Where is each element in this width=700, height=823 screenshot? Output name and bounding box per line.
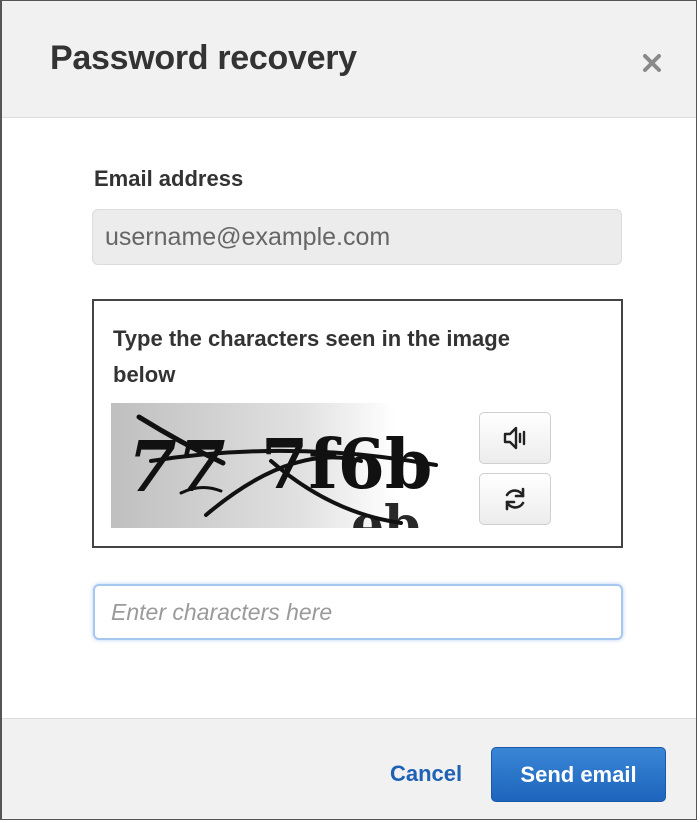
refresh-captcha-button[interactable]	[479, 473, 551, 525]
audio-captcha-button[interactable]	[479, 412, 551, 464]
cancel-button[interactable]: Cancel	[390, 761, 462, 787]
dialog-title: Password recovery	[50, 39, 357, 77]
close-icon	[643, 54, 661, 72]
email-field[interactable]	[92, 209, 622, 265]
captcha-input[interactable]	[93, 584, 623, 640]
dialog-body: Email address Type the characters seen i…	[2, 118, 696, 718]
close-button[interactable]	[638, 49, 666, 77]
speaker-icon	[503, 426, 526, 450]
email-label: Email address	[94, 166, 244, 191]
password-recovery-dialog: Password recovery Email address Type the…	[0, 0, 697, 820]
send-email-button[interactable]: Send email	[491, 747, 666, 802]
captcha-image: 77 7f6b eb	[111, 403, 466, 528]
refresh-icon	[505, 487, 525, 511]
dialog-header: Password recovery	[2, 1, 696, 118]
dialog-footer: Cancel Send email	[2, 718, 696, 819]
captcha-panel: Type the characters seen in the image be…	[92, 299, 623, 548]
svg-text:eb: eb	[351, 495, 420, 528]
captcha-prompt: Type the characters seen in the image be…	[113, 326, 510, 387]
